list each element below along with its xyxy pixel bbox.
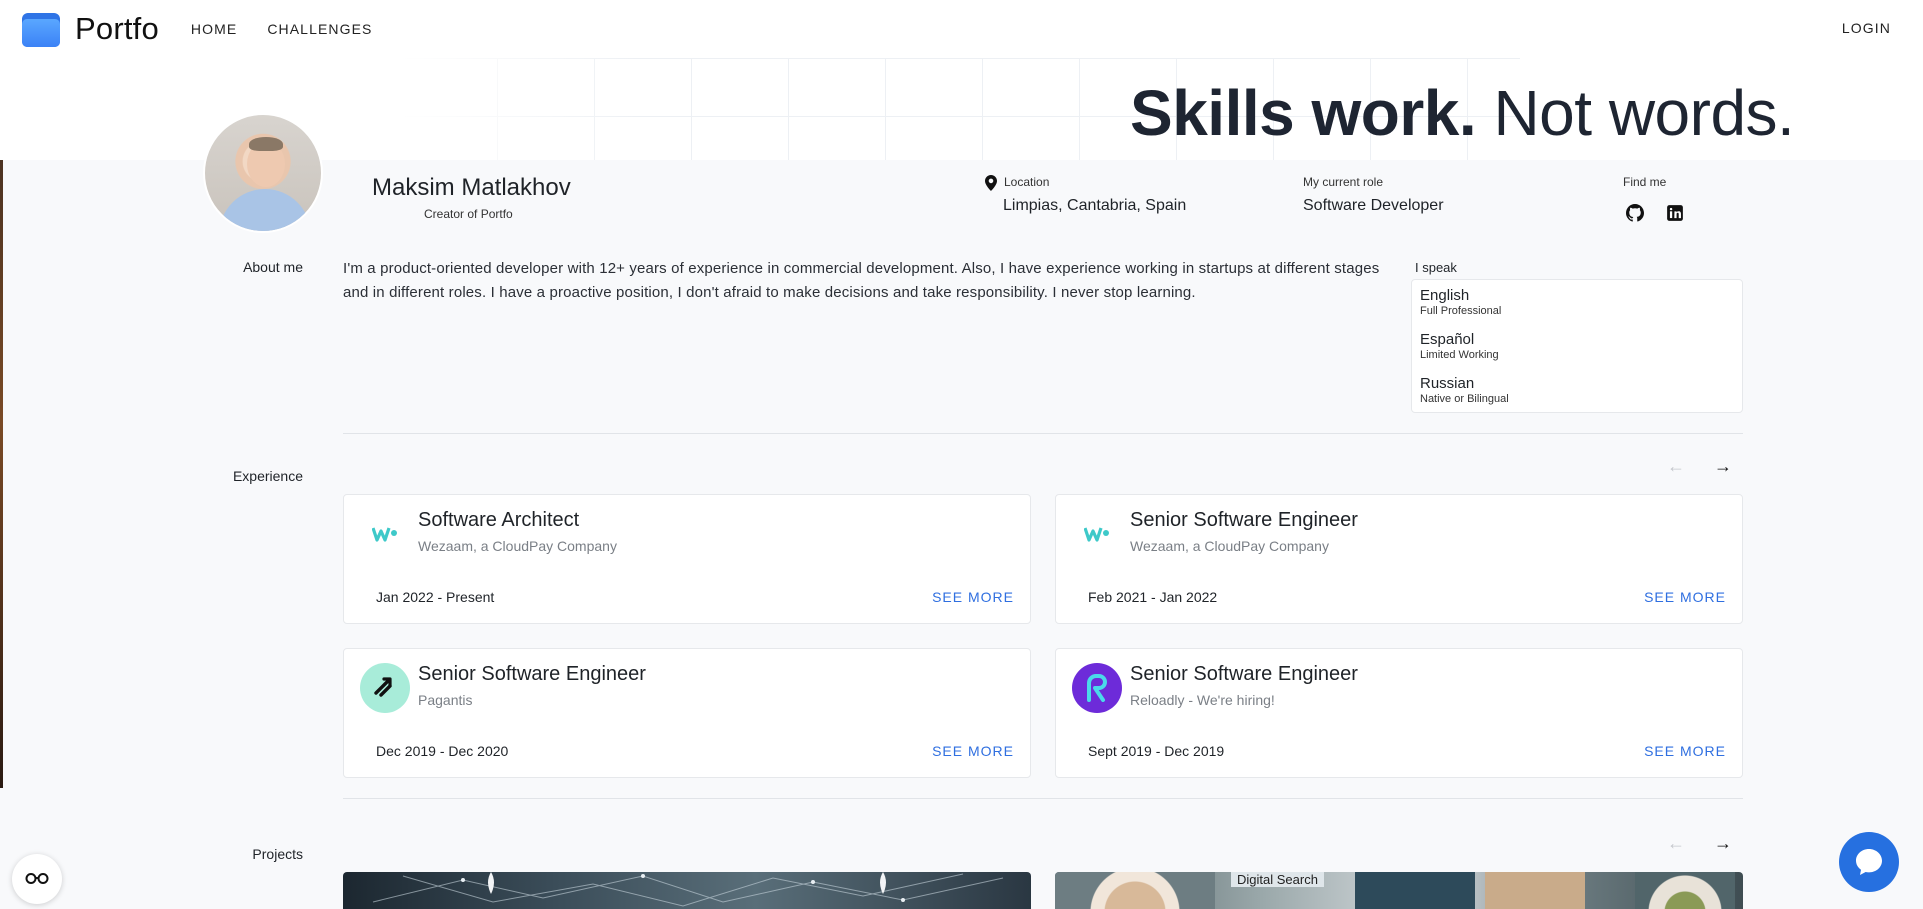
about-label: About me: [243, 259, 303, 275]
phone-graphic: [1355, 872, 1475, 909]
wezaam-logo-icon: [360, 509, 410, 559]
experience-title: Senior Software Engineer: [1130, 663, 1358, 685]
language-name: Español: [1420, 331, 1475, 348]
experience-company: Wezaam, a CloudPay Company: [418, 538, 617, 554]
tagline-light: Not words.: [1493, 77, 1795, 149]
brand-logo[interactable]: Portfo: [22, 11, 159, 47]
language-name: English: [1420, 287, 1470, 304]
experience-dates: Sept 2019 - Dec 2019: [1088, 743, 1225, 759]
top-nav: Portfo HOME CHALLENGES LOGIN: [0, 0, 1923, 58]
languages-list: English Full Professional Español Limite…: [1411, 279, 1743, 413]
see-more-button[interactable]: SEE MORE: [1644, 743, 1726, 759]
experience-card: Senior Software Engineer Reloadly - We'r…: [1055, 648, 1743, 778]
coffee-cup-graphic: [1055, 872, 1215, 909]
profile-subtitle: Creator of Portfo: [424, 207, 513, 221]
section-divider: [343, 798, 1743, 799]
avatar: [203, 113, 323, 233]
experience-company: Wezaam, a CloudPay Company: [1130, 538, 1329, 554]
project-thumbnail[interactable]: [343, 872, 1031, 909]
experience-dates: Feb 2021 - Jan 2022: [1088, 589, 1218, 605]
projects-label: Projects: [252, 846, 303, 862]
network-graphic: [372, 872, 1004, 907]
projects-next-arrow-icon[interactable]: →: [1712, 832, 1734, 854]
banner-tagline: Skills work. Not words.: [1130, 76, 1795, 150]
experience-card: Software Architect Wezaam, a CloudPay Co…: [343, 494, 1031, 624]
experience-card: Senior Software Engineer Wezaam, a Cloud…: [1055, 494, 1743, 624]
reloadly-logo-icon: [1072, 663, 1122, 713]
experience-title: Senior Software Engineer: [1130, 509, 1358, 531]
language-level: Native or Bilingual: [1420, 393, 1509, 405]
see-more-button[interactable]: SEE MORE: [932, 743, 1014, 759]
language-level: Full Professional: [1420, 305, 1502, 317]
window-edge: [0, 58, 3, 788]
projects-prev-arrow-icon[interactable]: ←: [1665, 832, 1687, 854]
experience-company: Reloadly - We're hiring!: [1130, 692, 1275, 708]
languages-label: I speak: [1415, 260, 1457, 275]
experience-title: Software Architect: [418, 509, 580, 531]
language-item: Russian Native or Bilingual: [1420, 375, 1509, 405]
section-divider: [343, 433, 1743, 434]
experience-title: Senior Software Engineer: [418, 663, 646, 685]
nav-home[interactable]: HOME: [191, 21, 237, 37]
pagantis-logo-icon: [360, 663, 410, 713]
find-me-label: Find me: [1623, 175, 1667, 189]
chat-button[interactable]: [1839, 832, 1899, 892]
language-item: English Full Professional: [1420, 287, 1501, 317]
wezaam-logo-icon: [1072, 509, 1122, 559]
accessibility-toggle-button[interactable]: [12, 854, 62, 904]
location-pin-icon: [985, 175, 997, 191]
notebook-graphic: [1485, 872, 1585, 909]
role-value: Software Developer: [1303, 197, 1444, 214]
tagline-bold: Skills work.: [1130, 77, 1477, 149]
see-more-button[interactable]: SEE MORE: [1644, 589, 1726, 605]
bowl-graphic: [1635, 872, 1735, 909]
experience-next-arrow-icon[interactable]: →: [1712, 455, 1734, 477]
chat-bubble-icon: [1856, 849, 1882, 875]
experience-dates: Dec 2019 - Dec 2020: [376, 743, 509, 759]
role-label: My current role: [1303, 175, 1384, 189]
experience-card: Senior Software Engineer Pagantis Dec 20…: [343, 648, 1031, 778]
linkedin-icon[interactable]: [1666, 204, 1684, 222]
experience-company: Pagantis: [418, 692, 473, 708]
see-more-button[interactable]: SEE MORE: [932, 589, 1014, 605]
about-text: I'm a product-oriented developer with 12…: [343, 260, 1380, 301]
experience-prev-arrow-icon[interactable]: ←: [1665, 455, 1687, 477]
location-label: Location: [1004, 175, 1050, 189]
folder-logo-icon: [22, 11, 60, 47]
profile-name: Maksim Matlakhov: [372, 174, 571, 201]
login-button[interactable]: LOGIN: [1842, 20, 1891, 36]
project-thumb-text: Digital Search: [1231, 872, 1324, 887]
experience-dates: Jan 2022 - Present: [376, 589, 495, 605]
experience-label: Experience: [232, 468, 303, 484]
project-thumbnail[interactable]: Digital Search: [1055, 872, 1743, 909]
language-level: Limited Working: [1420, 349, 1499, 361]
github-icon[interactable]: [1626, 204, 1644, 222]
location-value: Limpias, Cantabria, Spain: [1003, 197, 1187, 214]
language-item: Español Limited Working: [1420, 331, 1499, 361]
nav-challenges[interactable]: CHALLENGES: [267, 21, 372, 37]
glasses-icon: [25, 873, 49, 884]
brand-name: Portfo: [75, 11, 159, 46]
language-name: Russian: [1420, 375, 1475, 392]
